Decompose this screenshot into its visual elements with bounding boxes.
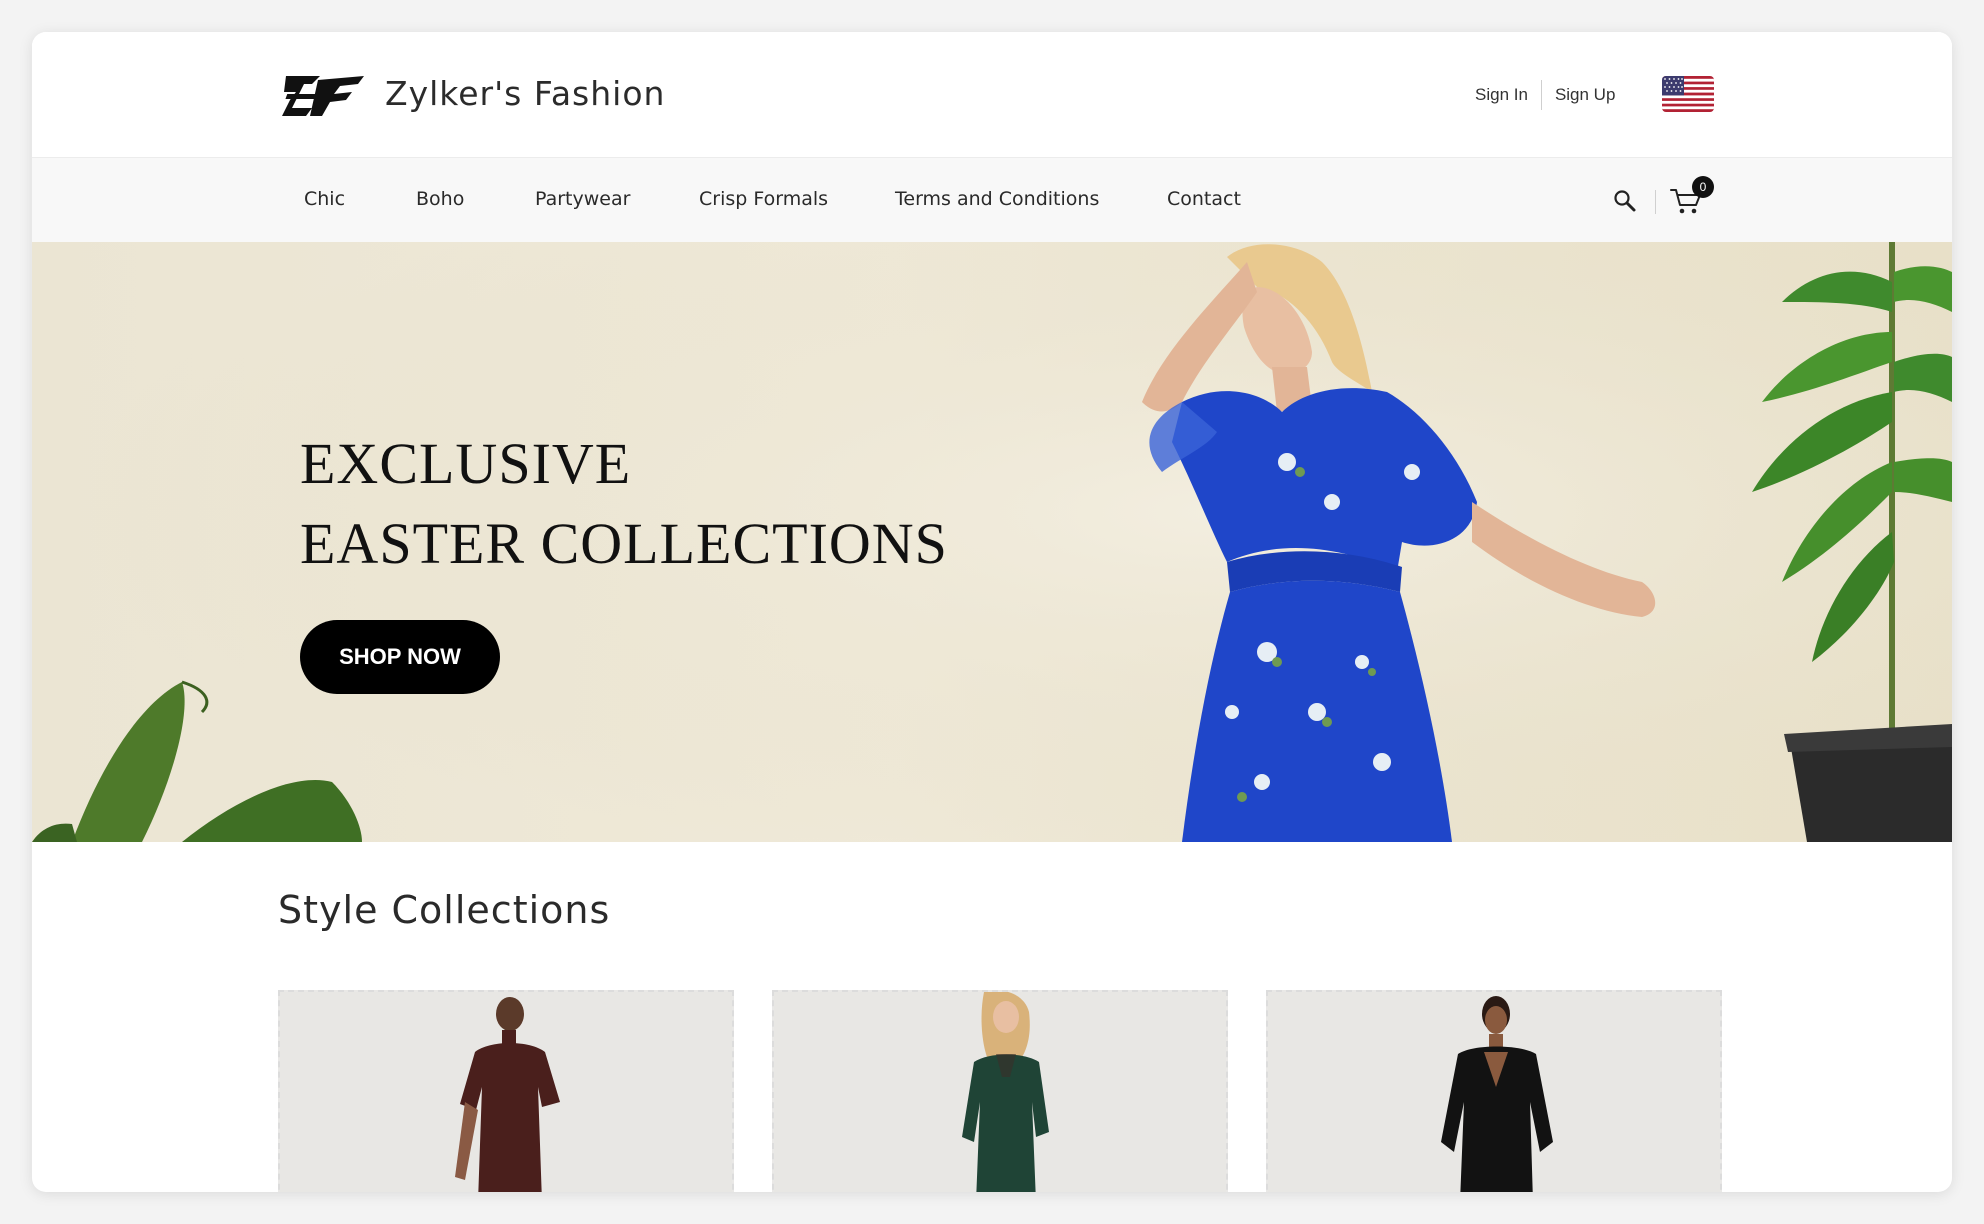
- sign-up-link[interactable]: Sign Up: [1555, 85, 1615, 105]
- collection-card-image: [774, 992, 1226, 1192]
- hero-banner: EXCLUSIVE EASTER COLLECTIONS SHOP NOW: [32, 242, 1952, 842]
- collection-card-image: [1268, 992, 1720, 1192]
- zf-logo-icon[interactable]: [282, 70, 366, 122]
- hero-title: EXCLUSIVE EASTER COLLECTIONS: [300, 424, 948, 584]
- main-nav: Chic Boho Partywear Crisp Formals Terms …: [32, 158, 1952, 242]
- nav-item-contact[interactable]: Contact: [1167, 188, 1241, 210]
- nav-item-partywear[interactable]: Partywear: [535, 188, 630, 210]
- browser-page: Zylker's Fashion Sign In Sign Up Chic Bo…: [32, 32, 1952, 1192]
- us-flag-icon[interactable]: [1662, 76, 1714, 112]
- section-title: Style Collections: [278, 888, 611, 932]
- nav-item-chic[interactable]: Chic: [304, 188, 345, 210]
- auth-links: Sign In Sign Up: [1475, 80, 1615, 110]
- nav-divider: [1655, 190, 1656, 214]
- collection-card[interactable]: [278, 990, 734, 1192]
- shop-now-button[interactable]: SHOP NOW: [300, 620, 500, 694]
- sign-in-link[interactable]: Sign In: [1475, 85, 1528, 105]
- search-icon[interactable]: [1612, 188, 1638, 214]
- auth-divider: [1540, 80, 1542, 110]
- brand-name[interactable]: Zylker's Fashion: [385, 74, 665, 113]
- nav-item-boho[interactable]: Boho: [416, 188, 464, 210]
- collection-card-image: [280, 992, 732, 1192]
- hero-title-line2: EASTER COLLECTIONS: [300, 511, 948, 576]
- collection-card[interactable]: [1266, 990, 1722, 1192]
- cart-count-badge: 0: [1692, 176, 1714, 198]
- collection-card[interactable]: [772, 990, 1228, 1192]
- nav-item-terms-and-conditions[interactable]: Terms and Conditions: [895, 188, 1099, 210]
- site-header: Zylker's Fashion Sign In Sign Up: [32, 32, 1952, 158]
- nav-item-crisp-formals[interactable]: Crisp Formals: [699, 188, 828, 210]
- hero-title-line1: EXCLUSIVE: [300, 431, 632, 496]
